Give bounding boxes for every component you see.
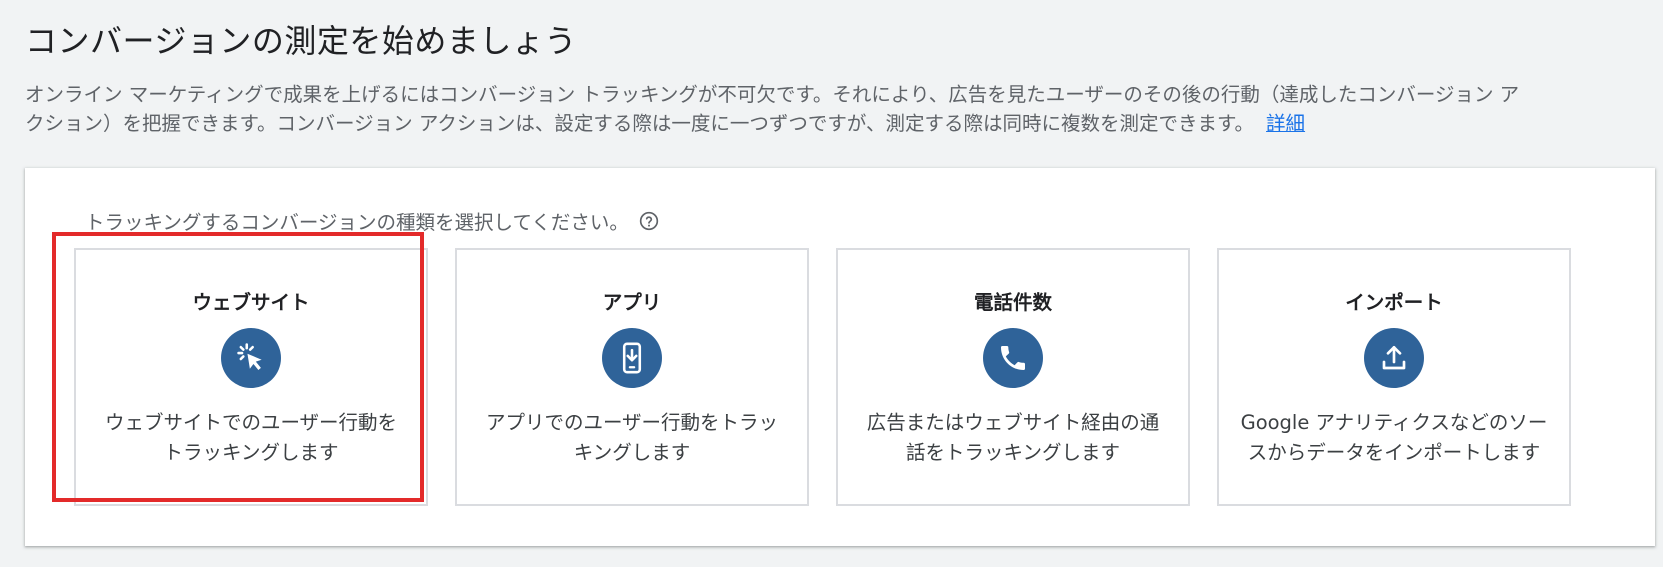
card-desc-line: スからデータをインポートします (1247, 441, 1541, 464)
card-description: ウェブサイトでのユーザー行動を トラッキングします (90, 408, 412, 468)
phone-call-icon (983, 328, 1043, 388)
card-desc-line: キングします (573, 441, 691, 464)
card-title: アプリ (602, 291, 662, 314)
card-desc-line: アプリでのユーザー行動をトラッ (485, 411, 779, 434)
card-desc-line: Google アナリティクスなどのソー (1240, 411, 1548, 434)
card-desc-line: ウェブサイトでのユーザー行動を (104, 411, 398, 434)
card-description: 広告またはウェブサイト経由の通 話をトラッキングします (852, 408, 1174, 468)
conversion-type-panel: トラッキングするコンバージョンの種類を選択してください。 ウェブサイト ウェブサ… (25, 168, 1655, 546)
card-desc-line: 広告またはウェブサイト経由の通 (866, 411, 1160, 434)
page-title: コンバージョンの測定を始めましょう (25, 22, 577, 60)
card-title: インポート (1345, 291, 1443, 314)
cursor-click-icon (221, 328, 281, 388)
intro-line-2: クション）を把握できます。コンバージョン アクションは、設定する際は一度に一つず… (25, 112, 1255, 135)
card-title: 電話件数 (973, 291, 1052, 314)
prompt-label: トラッキングするコンバージョンの種類を選択してください。 (85, 211, 629, 234)
card-desc-line: 話をトラッキングします (906, 441, 1120, 464)
card-description: Google アナリティクスなどのソー スからデータをインポートします (1233, 408, 1555, 468)
card-description: アプリでのユーザー行動をトラッ キングします (471, 408, 793, 468)
phone-download-icon (602, 328, 662, 388)
help-circle-icon[interactable] (639, 211, 659, 231)
intro-text: オンライン マーケティングで成果を上げるにはコンバージョン トラッキングが不可欠… (25, 80, 1645, 138)
card-app[interactable]: アプリ アプリでのユーザー行動をトラッ キングします (455, 248, 809, 506)
card-title: ウェブサイト (192, 291, 310, 314)
upload-icon (1364, 328, 1424, 388)
card-desc-line: トラッキングします (163, 441, 339, 464)
conversion-type-prompt: トラッキングするコンバージョンの種類を選択してください。 (85, 206, 659, 235)
card-phone-calls[interactable]: 電話件数 広告またはウェブサイト経由の通 話をトラッキングします (836, 248, 1190, 506)
card-website[interactable]: ウェブサイト ウェブサイトでのユーザー行動を トラッキングします (74, 248, 428, 506)
intro-line-1: オンライン マーケティングで成果を上げるにはコンバージョン トラッキングが不可欠… (25, 83, 1520, 106)
card-import[interactable]: インポート Google アナリティクスなどのソー スからデータをインポートしま… (1217, 248, 1571, 506)
learn-more-link[interactable]: 詳細 (1266, 112, 1305, 135)
